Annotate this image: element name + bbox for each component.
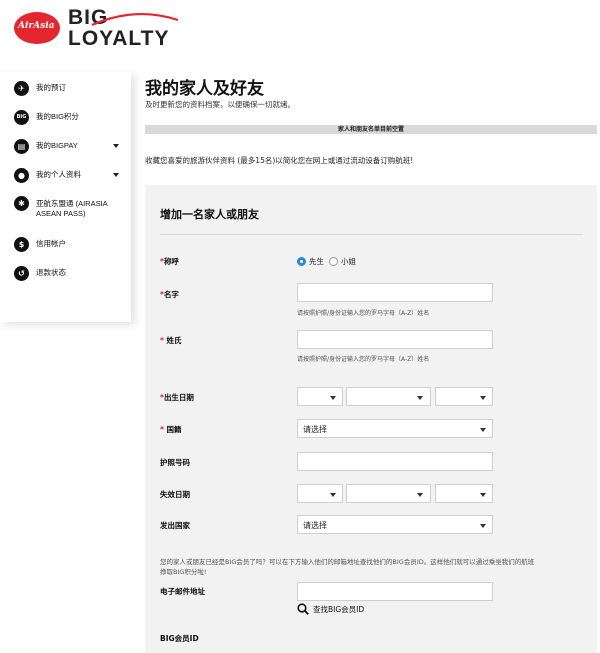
email-label: 电子邮件地址 — [160, 587, 205, 596]
sidebar-item-bookings[interactable]: ✈ 我的预订 — [0, 74, 131, 102]
expiry-label: 失效日期 — [160, 490, 190, 499]
big-member-note: 您的家人或朋友已经是BIG会员了吗？可以在下方输入他们的邮箱地址查找他们的BIG… — [160, 558, 535, 576]
form-title: 增加一名家人或朋友 — [160, 208, 259, 221]
given-name-field[interactable] — [297, 283, 493, 302]
sidebar-item-label: 亚航东盟通 (AIRASIA ASEAN PASS) — [36, 199, 108, 218]
sidebar-item-label: 我的BIGPAY — [36, 141, 78, 150]
family-name-label: * 姓氏 — [160, 336, 182, 345]
brand-logo[interactable]: AirAsia BIG LOYALTY — [14, 6, 184, 50]
issuing-country-label: 发出国家 — [160, 521, 190, 530]
dob-label: *出生日期 — [160, 393, 194, 402]
radio-ms-label[interactable]: 小姐 — [341, 256, 356, 267]
salutation-group: 先生 小姐 — [297, 255, 417, 269]
sidebar-item-asean-pass[interactable]: ✱ 亚航东盟通 (AIRASIA ASEAN PASS) — [0, 192, 131, 226]
airasia-logo-text: AirAsia — [18, 21, 55, 31]
sidebar-item-label: 我的个人资料 — [36, 170, 81, 179]
nationality-select[interactable]: 请选择 — [297, 419, 493, 438]
expiry-year-select[interactable] — [435, 484, 493, 503]
chevron-down-icon[interactable] — [113, 173, 119, 177]
add-companion-form: 增加一名家人或朋友 *称呼 先生 小姐 *名字 请按照护照/身份证输入您的罗马字… — [145, 185, 597, 653]
asean-pass-icon: ✱ — [14, 196, 29, 211]
given-name-label: *名字 — [160, 290, 179, 299]
sidebar-item-label: 我的预订 — [36, 83, 66, 92]
refund-icon: ↺ — [14, 265, 29, 281]
page-subtitle: 及时更新您的资料档案，以便确保一切就绪。 — [145, 100, 295, 109]
passport-label: 护照号码 — [160, 458, 190, 467]
expiry-day-select[interactable] — [297, 484, 343, 503]
dob-year-select[interactable] — [435, 387, 493, 406]
card-icon: ▤ — [14, 138, 29, 154]
family-name-field[interactable] — [297, 330, 493, 349]
sidebar-item-profile[interactable]: ● 我的个人资料 — [0, 161, 131, 189]
big-points-icon: BIG — [14, 109, 29, 125]
chevron-down-icon — [417, 396, 423, 400]
account-sidebar: ✈ 我的预订 BIG 我的BIG积分 ▤ 我的BIGPAY ● 我的个人资料 ✱… — [0, 72, 131, 322]
find-big-id-link[interactable]: 查找BIG会员ID — [297, 603, 364, 615]
salutation-label: *称呼 — [160, 257, 179, 266]
airasia-logo: AirAsia — [14, 12, 60, 44]
sidebar-item-label: 我的BIG积分 — [36, 112, 79, 121]
email-field[interactable] — [297, 582, 493, 601]
given-name-hint: 请按照护照/身份证输入您的罗马字母（A-Z）姓名 — [297, 310, 430, 317]
passport-field[interactable] — [297, 452, 493, 471]
dob-day-select[interactable] — [297, 387, 343, 406]
family-name-hint: 请按照护照/身份证输入您的罗马字母（A-Z）姓名 — [297, 356, 430, 363]
sidebar-item-refund-status[interactable]: ↺ 退款状态 — [0, 259, 131, 287]
page-title: 我的家人及好友 — [145, 79, 264, 99]
sidebar-item-credit-account[interactable]: $ 信用帐户 — [0, 230, 131, 258]
big-id-label: BIG会员ID — [160, 634, 199, 643]
chevron-down-icon — [330, 396, 336, 400]
credit-icon: $ — [14, 236, 29, 252]
radio-mr-label[interactable]: 先生 — [309, 256, 324, 267]
radio-mr[interactable] — [297, 257, 306, 266]
chevron-down-icon — [480, 396, 486, 400]
swoosh-icon — [91, 12, 179, 27]
chevron-down-icon[interactable] — [113, 144, 119, 148]
profile-icon: ● — [14, 167, 29, 183]
chevron-down-icon — [480, 493, 486, 497]
chevron-down-icon — [330, 493, 336, 497]
chevron-down-icon — [417, 493, 423, 497]
dob-month-select[interactable] — [346, 387, 431, 406]
divider — [160, 234, 582, 235]
sidebar-item-big-points[interactable]: BIG 我的BIG积分 — [0, 103, 131, 131]
sidebar-item-label: 信用帐户 — [36, 239, 66, 248]
intro-text: 收藏您喜爱的旅游伙伴资料 (最多15名)以简化您在网上或通过流动设备订购航班! — [145, 156, 414, 165]
issuing-country-select[interactable]: 请选择 — [297, 515, 493, 534]
chevron-down-icon — [480, 428, 486, 432]
nationality-label: * 国籍 — [160, 425, 182, 434]
sidebar-item-label: 退款状态 — [36, 268, 66, 277]
sidebar-item-bigpay[interactable]: ▤ 我的BIGPAY — [0, 132, 131, 160]
expiry-month-select[interactable] — [346, 484, 431, 503]
radio-ms[interactable] — [329, 257, 338, 266]
chevron-down-icon — [480, 524, 486, 528]
find-big-id-label: 查找BIG会员ID — [313, 604, 365, 614]
airplane-icon: ✈ — [14, 80, 29, 96]
empty-list-notice: 家人和朋友名单目前空置 — [145, 125, 597, 134]
logo-loyalty-text: LOYALTY — [68, 27, 170, 50]
search-icon — [297, 603, 309, 615]
